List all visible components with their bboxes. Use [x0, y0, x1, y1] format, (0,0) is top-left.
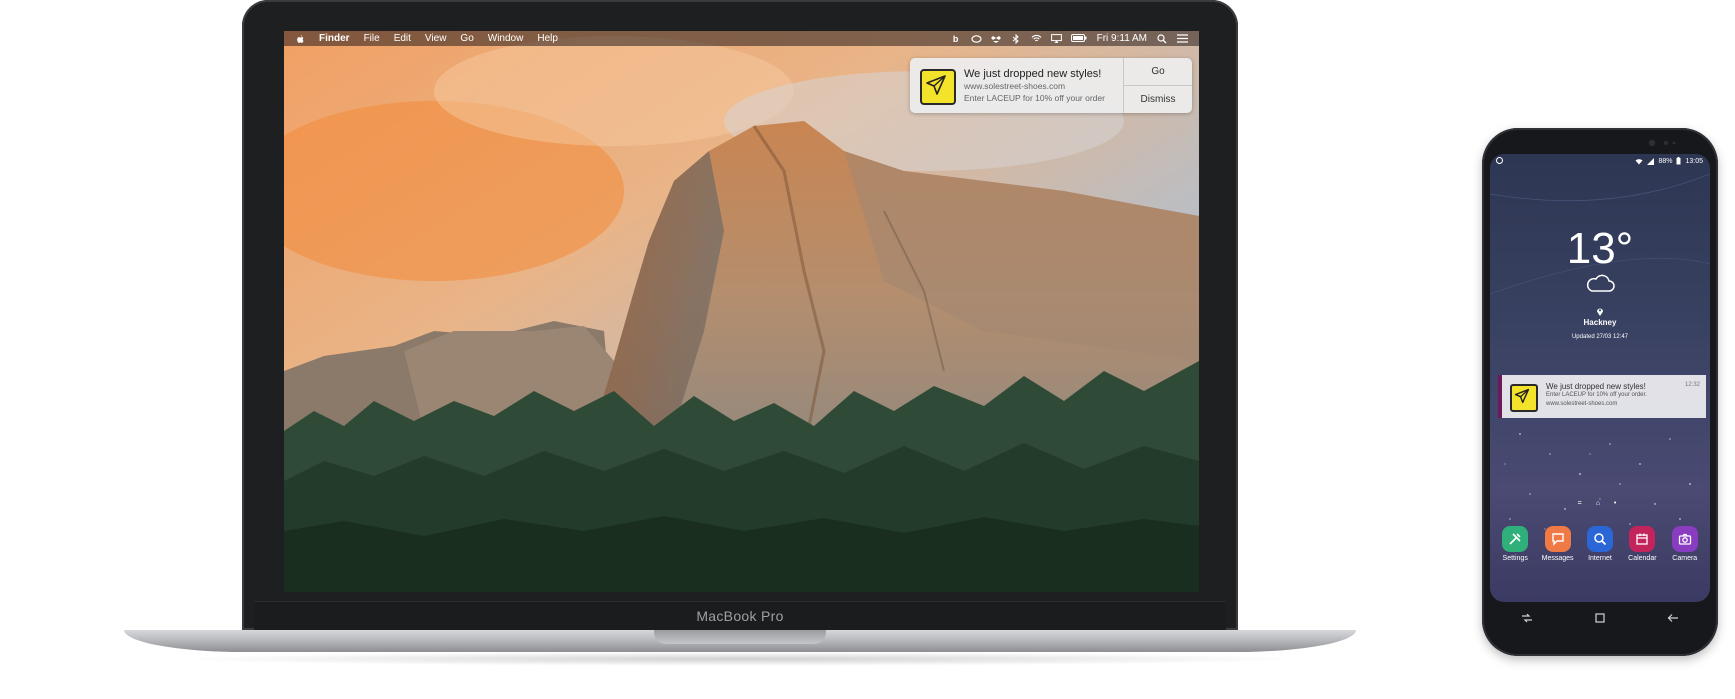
menu-help[interactable]: Help — [537, 33, 558, 44]
location-pin-icon — [1597, 308, 1603, 316]
app-dock: Settings Messages Internet Calendar Came… — [1490, 526, 1710, 562]
notification-title: We just dropped new styles! — [964, 68, 1102, 80]
back-arrow-icon — [1667, 614, 1679, 622]
airplay-icon[interactable] — [1050, 33, 1062, 44]
home-square-icon — [1595, 613, 1605, 623]
app-label: Calendar — [1628, 555, 1657, 562]
macbook-label: MacBook Pro — [696, 608, 784, 624]
weather-location: Hackney — [1583, 318, 1617, 327]
app-camera[interactable]: Camera — [1665, 526, 1705, 562]
notification-body: Enter LACEUP for 10% off your order — [964, 93, 1105, 103]
camera-icon — [1671, 526, 1698, 552]
battery-percent: 88% — [1658, 157, 1673, 165]
mac-notification[interactable]: We just dropped new styles! www.solestre… — [910, 58, 1192, 113]
phone-clock: 13:05 — [1685, 157, 1703, 165]
app-label: Internet — [1588, 555, 1612, 562]
messages-icon — [1544, 526, 1571, 552]
calendar-icon — [1629, 526, 1656, 552]
phone-screen: 88% 13:05 13° Hackney Updated 27/03 12:4… — [1490, 154, 1710, 602]
creative-cloud-icon[interactable] — [971, 34, 982, 44]
status-app-icon — [1490, 156, 1503, 166]
back-button[interactable] — [1661, 609, 1685, 627]
recents-icon — [1521, 613, 1532, 623]
menu-window[interactable]: Window — [488, 33, 524, 44]
home-button[interactable] — [1588, 609, 1612, 627]
menu-edit[interactable]: Edit — [394, 33, 411, 44]
app-label: Camera — [1672, 555, 1698, 562]
phone-notification-title: We just dropped new styles! — [1546, 382, 1646, 391]
mac-menubar: Finder File Edit View Go Window Help b F… — [284, 31, 1199, 46]
phone-nav-bar — [1490, 606, 1710, 630]
phone-notification-body: Enter LACEUP for 10% off your order. — [1546, 392, 1647, 398]
mac-screen: Finder File Edit View Go Window Help b F… — [284, 31, 1199, 592]
notification-go-button[interactable]: Go — [1124, 58, 1192, 85]
phone-wifi-icon — [1635, 158, 1643, 164]
macbook-lid: Finder File Edit View Go Window Help b F… — [242, 0, 1238, 630]
app-internet[interactable]: Internet — [1580, 526, 1620, 562]
notification-center-icon[interactable] — [1177, 33, 1188, 44]
dropbox-icon[interactable] — [990, 34, 1001, 44]
app-label: Messages — [1541, 555, 1574, 562]
phone-notification-time: 12:32 — [1684, 382, 1700, 388]
app-label: Settings — [1502, 555, 1528, 562]
front-camera-icon — [1648, 139, 1676, 147]
cloud-icon — [1586, 274, 1615, 292]
macbook-shadow — [170, 652, 1310, 666]
weather-temperature[interactable]: 13° — [1490, 224, 1710, 274]
notification-site: www.solestreet-shoes.com — [964, 81, 1066, 91]
phone-status-bar: 88% 13:05 — [1490, 154, 1710, 168]
menu-finder[interactable]: Finder — [319, 33, 350, 44]
app-calendar[interactable]: Calendar — [1622, 526, 1662, 562]
wifi-icon[interactable] — [1031, 34, 1042, 44]
b-app-icon[interactable]: b — [951, 34, 961, 44]
phone-notification-site: www.solestreet-shoes.com — [1546, 401, 1618, 407]
paper-plane-icon — [1510, 384, 1538, 412]
signal-icon — [1647, 157, 1655, 165]
android-phone: 88% 13:05 13° Hackney Updated 27/03 12:4… — [1482, 128, 1718, 656]
internet-icon — [1586, 526, 1613, 552]
app-settings[interactable]: Settings — [1495, 526, 1535, 562]
menu-view[interactable]: View — [425, 33, 447, 44]
menu-go[interactable]: Go — [460, 33, 473, 44]
macbook-chin: MacBook Pro — [254, 601, 1226, 630]
settings-icon — [1502, 526, 1529, 552]
recent-apps-button[interactable] — [1515, 609, 1539, 627]
battery-icon[interactable] — [1070, 33, 1087, 44]
page-indicator[interactable]: = ⌂ • — [1490, 500, 1710, 507]
spotlight-icon[interactable] — [1157, 33, 1167, 44]
bluetooth-icon[interactable] — [1011, 33, 1021, 44]
phone-notification[interactable]: We just dropped new styles! Enter LACEUP… — [1498, 375, 1706, 418]
phone-battery-icon — [1676, 157, 1681, 165]
app-messages[interactable]: Messages — [1538, 526, 1578, 562]
apple-menu-icon[interactable] — [295, 34, 305, 44]
yosemite-wallpaper — [284, 31, 1199, 592]
menubar-clock[interactable]: Fri 9:11 AM — [1097, 33, 1147, 44]
weather-updated: Updated 27/03 12:47 — [1571, 334, 1629, 340]
notification-dismiss-button[interactable]: Dismiss — [1124, 85, 1192, 113]
paper-plane-icon — [920, 69, 956, 105]
macbook-opening-notch — [654, 630, 826, 644]
menu-file[interactable]: File — [364, 33, 380, 44]
